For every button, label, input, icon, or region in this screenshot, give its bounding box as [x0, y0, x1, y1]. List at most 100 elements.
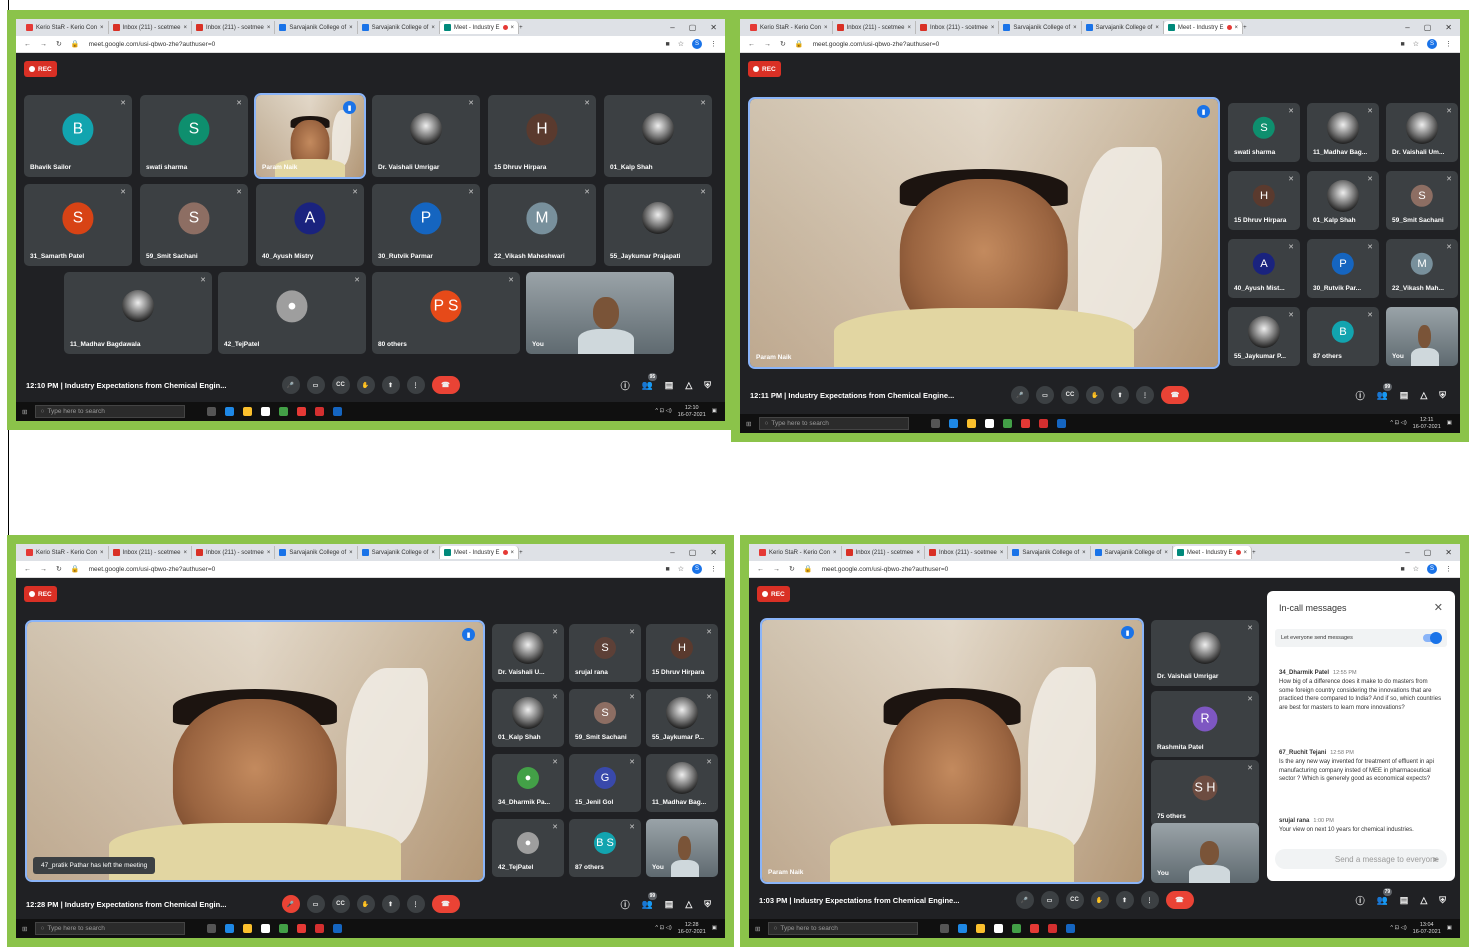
taskbar-app-icon[interactable] — [958, 924, 968, 933]
end-call-button[interactable]: ☎ — [431, 376, 460, 394]
taskbar-app-icon[interactable] — [1057, 419, 1067, 428]
taskbar-app-icon[interactable] — [967, 419, 977, 428]
activities-icon[interactable]: △ — [685, 899, 692, 910]
tab-close-icon[interactable]: × — [100, 25, 104, 31]
close-chat-icon[interactable]: ✕ — [1434, 601, 1443, 614]
raise-hand-button[interactable]: ✋ — [1090, 891, 1109, 909]
more-options-button[interactable]: ⋮ — [1140, 891, 1159, 909]
url-field[interactable]: meet.google.com/usi-qbwo-zhe?authuser=0 — [89, 41, 216, 48]
taskbar-app-icon[interactable] — [1066, 924, 1076, 933]
browser-tab[interactable]: Meet - Industry E × — [439, 21, 520, 34]
end-call-button[interactable]: ☎ — [431, 895, 460, 913]
maximize-icon[interactable]: ▢ — [689, 548, 697, 557]
participant-tile[interactable]: ▮ Param Naik — [254, 93, 366, 179]
toggle-switch-icon[interactable] — [1423, 632, 1442, 644]
close-window-icon[interactable]: ✕ — [1445, 23, 1452, 32]
taskbar-app-icon[interactable] — [1030, 924, 1040, 933]
mic-button[interactable]: 🎤 — [1011, 386, 1029, 404]
browser-tab[interactable]: Inbox (211) - scetmee × — [842, 546, 925, 559]
taskbar-app-icon[interactable] — [976, 924, 986, 933]
minimize-icon[interactable]: – — [1405, 23, 1409, 32]
forward-icon[interactable]: → — [40, 566, 47, 573]
star-icon[interactable]: ☆ — [1413, 40, 1419, 48]
url-field[interactable]: meet.google.com/usi-qbwo-zhe?authuser=0 — [813, 41, 940, 48]
participant-tile[interactable]: S ✕ srujal rana — [569, 624, 641, 682]
taskbar-app-icon[interactable] — [225, 407, 235, 416]
tab-close-icon[interactable]: × — [1073, 25, 1077, 31]
participant-tile[interactable]: B ✕ 87 others — [1307, 307, 1379, 366]
maximize-icon[interactable]: ▢ — [689, 23, 697, 32]
camera-icon[interactable]: ■ — [1400, 566, 1404, 573]
raise-hand-button[interactable]: ✋ — [356, 376, 375, 394]
participant-tile[interactable]: You — [526, 272, 674, 354]
url-field[interactable]: meet.google.com/usi-qbwo-zhe?authuser=0 — [89, 566, 216, 573]
taskbar-app-icon[interactable] — [985, 419, 995, 428]
participant-tile[interactable]: B S ✕ 87 others — [569, 819, 641, 877]
tab-close-icon[interactable]: × — [1244, 550, 1248, 556]
browser-tab[interactable]: Kerio StaR - Kerio Con × — [22, 21, 109, 34]
chat-icon[interactable]: ▤ — [665, 380, 674, 391]
taskbar-app-icon[interactable] — [994, 924, 1004, 933]
tab-close-icon[interactable]: × — [349, 25, 353, 31]
participant-tile[interactable]: You — [1386, 307, 1458, 366]
browser-tab[interactable]: Sarvajanik College of × — [999, 21, 1082, 34]
forward-icon[interactable]: → — [40, 41, 47, 48]
camera-icon[interactable]: ■ — [665, 566, 669, 573]
camera-button[interactable]: ▭ — [306, 895, 325, 913]
participant-tile[interactable]: R ✕ Rashmita Patel — [1151, 691, 1259, 757]
activities-icon[interactable]: △ — [1420, 390, 1427, 401]
tab-close-icon[interactable]: × — [511, 25, 515, 31]
raise-hand-button[interactable]: ✋ — [356, 895, 375, 913]
reload-icon[interactable]: ↻ — [56, 565, 62, 573]
participant-tile[interactable]: H ✕ 15 Dhruv Hirpara — [646, 624, 718, 682]
participant-tile[interactable]: P S ✕ 80 others — [372, 272, 520, 354]
participant-tile[interactable]: You — [646, 819, 718, 877]
notification-icon[interactable]: ▣ — [1447, 925, 1452, 931]
taskbar-app-icon[interactable] — [261, 407, 271, 416]
present-button[interactable]: ⬆ — [381, 895, 400, 913]
forward-icon[interactable]: → — [773, 566, 780, 573]
profile-avatar[interactable]: S — [692, 39, 702, 49]
close-window-icon[interactable]: ✕ — [710, 23, 717, 32]
minimize-icon[interactable]: – — [670, 548, 674, 557]
browser-tab[interactable]: Sarvajanik College of × — [1091, 546, 1173, 559]
taskbar-app-icon[interactable] — [261, 924, 271, 933]
tab-close-icon[interactable]: × — [183, 550, 187, 556]
taskbar-app-icon[interactable] — [315, 924, 325, 933]
participant-tile[interactable]: M ✕ 22_Vikash Maheshwari — [488, 184, 596, 266]
participant-tile[interactable]: P ✕ 30_Rutvik Parmar — [372, 184, 480, 266]
taskbar-app-icon[interactable] — [1003, 419, 1013, 428]
more-options-button[interactable]: ⋮ — [1136, 386, 1154, 404]
reload-icon[interactable]: ↻ — [789, 565, 795, 573]
participant-tile[interactable]: S ✕ 59_Smit Sachani — [140, 184, 248, 266]
camera-button[interactable]: ▭ — [1040, 891, 1059, 909]
participant-tile[interactable]: ✕ 01_Kalp Shah — [492, 689, 564, 747]
taskbar-app-icon[interactable] — [1048, 924, 1058, 933]
browser-tab[interactable]: Meet - Industry E × — [1163, 21, 1244, 34]
raise-hand-button[interactable]: ✋ — [1086, 386, 1104, 404]
tab-close-icon[interactable]: × — [824, 25, 828, 31]
taskbar-app-icon[interactable] — [315, 407, 325, 416]
tab-close-icon[interactable]: × — [431, 550, 435, 556]
participant-tile[interactable]: ▮ Param Naik — [760, 618, 1144, 884]
taskbar-app-icon[interactable] — [279, 924, 289, 933]
taskbar-app-icon[interactable] — [243, 924, 253, 933]
participant-tile[interactable]: H ✕ 15 Dhruv Hirpara — [1228, 171, 1300, 230]
browser-tab[interactable]: Sarvajanik College of × — [1008, 546, 1091, 559]
browser-tab[interactable]: Sarvajanik College of × — [275, 21, 358, 34]
tab-close-icon[interactable]: × — [431, 25, 435, 31]
present-button[interactable]: ⬆ — [381, 376, 400, 394]
taskbar-app-icon[interactable] — [1012, 924, 1022, 933]
mic-button[interactable]: 🎤 — [281, 895, 300, 913]
participant-tile[interactable]: ✕ 11_Madhav Bag... — [1307, 103, 1379, 162]
camera-icon[interactable]: ■ — [665, 41, 669, 48]
browser-tab[interactable]: Inbox (211) - scetmee × — [109, 546, 192, 559]
chat-icon[interactable]: ▤ — [1400, 390, 1409, 401]
browser-tab[interactable]: Kerio StaR - Kerio Con × — [22, 546, 109, 559]
profile-avatar[interactable]: S — [692, 564, 702, 574]
browser-tab[interactable]: Inbox (211) - scetmee × — [192, 21, 276, 34]
taskbar-app-icon[interactable] — [1021, 419, 1031, 428]
participant-tile[interactable]: G ✕ 15_Jenil Gol — [569, 754, 641, 812]
tab-close-icon[interactable]: × — [183, 25, 187, 31]
people-icon[interactable]: 👥 79 — [1377, 887, 1393, 906]
